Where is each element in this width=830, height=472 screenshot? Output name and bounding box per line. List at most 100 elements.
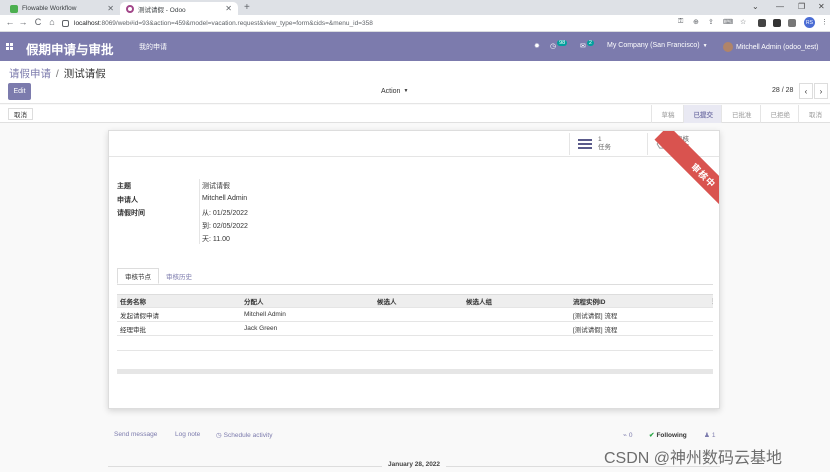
breadcrumb-separator: / [55, 68, 59, 80]
column-header-assignee[interactable]: 分配人 [241, 296, 374, 306]
send-message-button[interactable]: Send message [114, 431, 157, 438]
odoo-navbar: 假期申请与审批 我的申请 ✹ ◷ 98 ✉ 2 My Company (San Fr… [0, 32, 830, 61]
app-title[interactable]: 假期申请与审批 [26, 39, 114, 58]
optional-columns-icon[interactable]: ⋮ [707, 297, 713, 305]
pager-next-button[interactable]: › [814, 83, 828, 99]
tasks-stat-button[interactable]: 1 任务 [569, 133, 645, 155]
clock-icon: ◷ [550, 43, 557, 50]
task-name-cell: 发起请假申请 [120, 312, 159, 320]
form-statusbar: 取消 草稿 已提交 已批准 已拒绝 取消 [0, 105, 830, 123]
following-button[interactable]: ✔ Following [649, 431, 687, 439]
company-switcher[interactable]: My Company (San Francisco) ▼ [607, 42, 708, 49]
stage-cancelled[interactable]: 取消 [798, 105, 830, 123]
table-horizontal-scrollbar[interactable] [117, 369, 713, 374]
browser-tab-odoo[interactable]: 测试请假 - Odoo ✕ [120, 2, 238, 15]
user-menu[interactable]: Mitchell Admin (odoo_test) [723, 42, 818, 52]
stage-approved[interactable]: 已批准 [721, 105, 760, 123]
tab-search-icon[interactable]: ⌄ [752, 2, 759, 11]
menu-my-requests[interactable]: 我的申请 [139, 42, 167, 52]
debug-bug-icon[interactable]: ✹ [534, 42, 540, 50]
extension-icon[interactable] [773, 19, 781, 27]
flowable-favicon-icon [10, 4, 18, 13]
minimize-button[interactable]: — [776, 2, 784, 11]
pager-previous-button[interactable]: ‹ [799, 83, 813, 99]
close-icon[interactable]: ✕ [225, 4, 232, 13]
activity-menu[interactable]: ◷ 98 [550, 40, 568, 50]
chat-icon: ✉ [580, 43, 586, 50]
applicant-value: Mitchell Admin [202, 195, 248, 202]
profile-avatar[interactable]: RS [804, 17, 815, 28]
date-separator-label: January 28, 2022 [382, 461, 447, 468]
share-icon[interactable]: ⇪ [708, 18, 714, 26]
edit-button[interactable]: Edit [8, 83, 31, 100]
breadcrumb-parent-link[interactable]: 请假申请 [9, 68, 51, 80]
apps-menu-icon[interactable] [6, 43, 13, 50]
column-header-process-instance-id[interactable]: 流程实例ID [570, 296, 707, 306]
column-header-candidate-groups[interactable]: 候选人组 [463, 296, 570, 306]
review-nodes-table: 任务名称 分配人 候选人 候选人组 流程实例ID ⋮ 发起请假申请 Mitche… [117, 294, 713, 351]
zoom-icon[interactable]: ⊕ [693, 18, 699, 26]
odoo-favicon-icon [126, 4, 134, 13]
browser-tabstrip: Flowable Workflow ✕ 测试请假 - Odoo ✕ + ⌄ — … [0, 0, 830, 15]
field-divider [199, 179, 200, 244]
schedule-activity-label: Schedule activity [223, 431, 273, 439]
table-header-row: 任务名称 分配人 候选人 候选人组 流程实例ID ⋮ [117, 294, 713, 308]
button-box: 1任务 审核流程 [109, 131, 719, 157]
cancel-button[interactable]: 取消 [8, 108, 33, 120]
log-note-button[interactable]: Log note [175, 431, 200, 438]
clock-icon: ◷ [216, 432, 222, 439]
new-tab-button[interactable]: + [244, 2, 250, 13]
action-dropdown[interactable]: Action ▼ [375, 83, 414, 99]
schedule-activity-button[interactable]: ◷ Schedule activity [216, 431, 273, 440]
empty-table-row [117, 336, 713, 351]
tab-review-history[interactable]: 审核历史 [159, 268, 199, 284]
stage-submitted[interactable]: 已提交 [682, 105, 721, 123]
browser-tab-flowable[interactable]: Flowable Workflow ✕ [4, 2, 120, 15]
pager-value[interactable]: 28 / 28 [772, 87, 793, 94]
applicant-label: 申请人 [117, 197, 138, 204]
message-count-badge: 2 [586, 40, 594, 46]
extension-icon[interactable] [758, 19, 766, 27]
stage-rejected[interactable]: 已拒绝 [759, 105, 799, 123]
bookmark-star-icon[interactable]: ☆ [740, 18, 746, 26]
translate-icon[interactable]: ⌨ [723, 18, 733, 26]
column-header-task-name[interactable]: 任务名称 [117, 296, 241, 306]
task-name-cell: 经理审批 [120, 326, 146, 334]
key-icon[interactable]: ⚿ [678, 18, 683, 26]
close-icon[interactable]: ✕ [107, 4, 114, 13]
stage-draft[interactable]: 草稿 [650, 105, 683, 123]
attachments-button[interactable]: ⌁ 0 [623, 431, 633, 440]
followers-count: 1 [711, 431, 716, 439]
maximize-button[interactable]: ❐ [798, 2, 805, 11]
attachments-count: 0 [628, 431, 633, 439]
home-button[interactable]: ⌂ [46, 17, 58, 27]
reload-button[interactable]: C [32, 17, 44, 27]
date-to-value: 到: 02/05/2022 [202, 223, 248, 230]
assignee-cell: Mitchell Admin [244, 311, 286, 318]
forward-button[interactable]: → [17, 17, 29, 27]
days-value: 天: 11.00 [202, 236, 230, 243]
browser-menu-icon[interactable]: ⋮ [821, 18, 828, 26]
close-window-button[interactable]: ✕ [818, 2, 825, 11]
url-bar[interactable]: localhost:8069/web#id=93&action=459&mode… [62, 17, 662, 30]
messaging-menu[interactable]: ✉ 2 [580, 40, 594, 50]
back-button[interactable]: ← [4, 17, 16, 27]
paperclip-icon: ⌁ [623, 432, 627, 439]
tab-review-nodes[interactable]: 审核节点 [117, 268, 159, 284]
followers-button[interactable]: ♟ 1 [704, 431, 716, 440]
site-info-icon[interactable] [62, 20, 69, 27]
subject-value: 测试请假 [202, 183, 230, 190]
tasks-count: 1 [598, 136, 602, 143]
activity-count-badge: 98 [557, 40, 568, 46]
table-row[interactable]: 经理审批 Jack Green [测试请假] 流程 [117, 322, 713, 336]
table-row[interactable]: 发起请假申请 Mitchell Admin [测试请假] 流程 [117, 308, 713, 322]
extensions-puzzle-icon[interactable] [788, 19, 796, 27]
column-header-candidates[interactable]: 候选人 [374, 296, 463, 306]
user-icon: ♟ [704, 432, 710, 439]
company-name: My Company (San Francisco) [607, 42, 700, 49]
user-name: Mitchell Admin (odoo_test) [736, 43, 819, 51]
url-path: :8069/web#id=93&action=459&model=vacatio… [99, 20, 373, 27]
control-panel: 请假申请 / 测试请假 Edit Action ▼ 28 / 28 ‹ › [0, 61, 830, 104]
watermark-text: CSDN @神州数码云基地 [604, 450, 783, 467]
browser-tab-title: Flowable Workflow [22, 5, 77, 12]
